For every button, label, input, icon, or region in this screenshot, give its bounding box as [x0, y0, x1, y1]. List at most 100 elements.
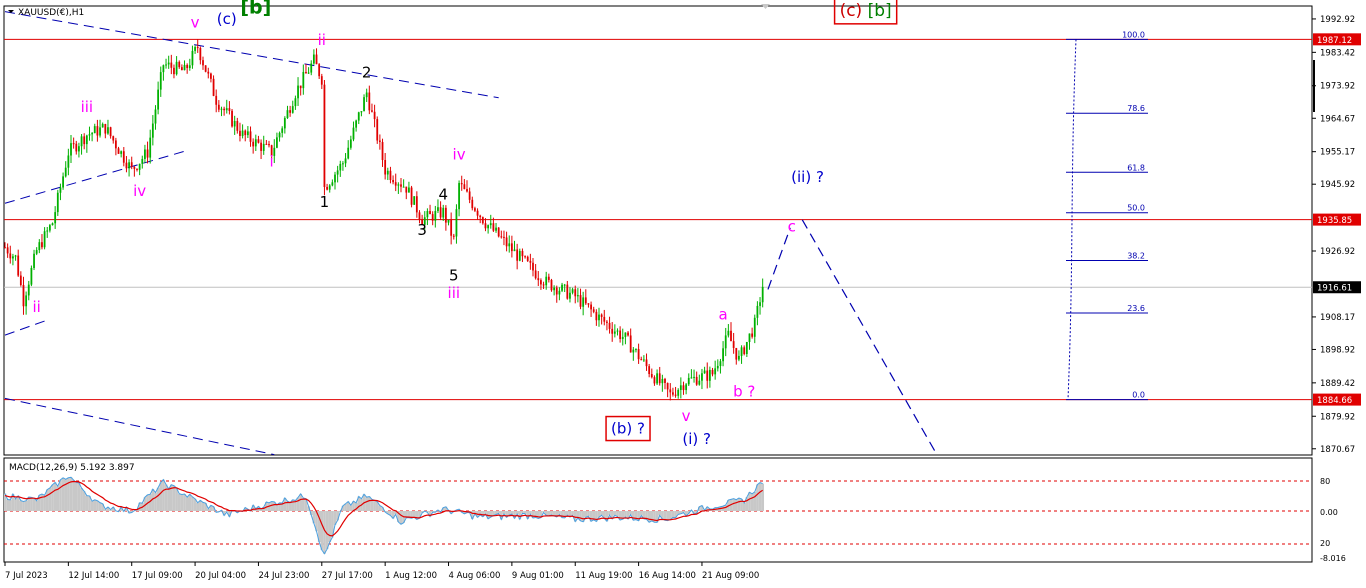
candle-body — [336, 170, 339, 175]
candle-body — [276, 137, 278, 148]
candle-body — [590, 304, 592, 310]
candle-body — [476, 210, 479, 216]
candle-body — [349, 139, 352, 148]
candle-body — [574, 289, 577, 297]
macd-histogram-bar — [663, 511, 667, 521]
candle-body — [352, 127, 355, 140]
macd-histogram-bar — [45, 489, 49, 511]
macd-histogram-bar — [185, 497, 189, 511]
macd-histogram-bar — [93, 499, 97, 511]
candle-body — [439, 207, 442, 218]
candle-body — [495, 227, 497, 231]
candle-body — [360, 111, 363, 113]
macd-label: MACD(12,26,9) 5.192 3.897 — [9, 463, 135, 473]
macd-histogram-bar — [59, 479, 62, 511]
candle-body — [455, 209, 458, 237]
fib-label-100.0: 100.0 — [1122, 30, 1145, 39]
candle-body — [228, 108, 231, 111]
candle-body — [72, 143, 75, 145]
candle-body — [648, 366, 651, 374]
candle-body — [241, 130, 244, 136]
macd-histogram-bar — [191, 496, 194, 511]
candle-body — [518, 250, 521, 261]
price-tick-label: 1870.67 — [1320, 445, 1355, 455]
candle-body — [46, 230, 49, 232]
wave-label: v — [682, 407, 691, 425]
macd-histogram-bar — [732, 498, 735, 511]
fib-label-38.2: 38.2 — [1127, 252, 1145, 261]
candle-body — [27, 284, 30, 296]
wave-label: iii — [81, 98, 94, 116]
time-tick-label: 16 Aug 14:00 — [639, 571, 696, 581]
price-tick-label: 1879.92 — [1320, 412, 1355, 422]
candle-body — [30, 267, 33, 285]
macd-histogram-bar — [61, 477, 65, 511]
price-tick-label: 1889.42 — [1320, 379, 1355, 389]
candle-body — [434, 211, 437, 221]
macd-histogram-bar — [758, 482, 762, 511]
macd-histogram-bar — [164, 484, 168, 511]
candle-body — [592, 309, 595, 312]
price-tick-label: 1945.92 — [1320, 180, 1355, 190]
candle-body — [43, 231, 46, 248]
candle-body — [640, 359, 643, 361]
macd-histogram-bar — [270, 501, 273, 511]
candle-body — [563, 284, 566, 286]
candle-body — [624, 332, 627, 337]
candle-body — [54, 212, 57, 224]
macd-histogram-bar — [8, 499, 12, 511]
price-tick-label: 1964.67 — [1320, 114, 1355, 124]
macd-histogram-bar — [288, 502, 292, 511]
candle-body — [487, 225, 490, 229]
candle-body — [756, 305, 759, 318]
fib-label-0.0: 0.0 — [1132, 391, 1145, 400]
candle-body — [727, 330, 730, 336]
price-tick-label: 1973.92 — [1320, 82, 1355, 92]
candle-body — [183, 64, 186, 71]
macd-histogram-bar — [53, 482, 57, 511]
candle-body — [701, 373, 703, 381]
candle-body — [545, 276, 548, 286]
macd-histogram-bar — [82, 491, 86, 511]
macd-histogram-bar — [587, 511, 590, 517]
candle-body — [579, 295, 582, 307]
candle-body — [265, 143, 268, 145]
candle-body — [80, 136, 83, 147]
candle-body — [463, 184, 466, 190]
candle-body — [128, 162, 130, 169]
candle-body — [56, 192, 59, 213]
macd-tick-80: 80 — [1320, 477, 1330, 486]
time-tick-label: 11 Aug 19:00 — [575, 571, 632, 581]
candle-body — [107, 127, 109, 134]
candle-body — [22, 285, 25, 307]
price-tick-label: 1908.17 — [1320, 313, 1355, 323]
macd-histogram-bar — [275, 504, 279, 511]
candle-body — [566, 284, 569, 299]
candle-body — [162, 65, 165, 73]
macd-histogram-bar — [296, 497, 300, 511]
candle-body — [526, 256, 529, 261]
wave-label: 5 — [449, 267, 459, 285]
candle-body — [561, 284, 563, 291]
candle-body — [204, 65, 207, 72]
candle-body — [529, 260, 532, 263]
candle-body — [645, 359, 648, 367]
macd-histogram-bar — [761, 483, 765, 511]
macd-histogram-bar — [175, 488, 178, 511]
boxed-wave-label: (b) ? — [605, 415, 651, 442]
candle-body — [468, 191, 471, 200]
candle-body — [365, 92, 368, 98]
candle-body — [35, 250, 38, 254]
candle-body — [540, 280, 542, 285]
level-tag-1884.66: 1884.66 — [1317, 396, 1352, 406]
candle-body — [149, 137, 152, 158]
macd-histogram-bar — [566, 511, 569, 516]
boxed-label-part: [b] — [862, 1, 891, 21]
candle-body — [339, 163, 342, 171]
wave-label: [b] — [240, 0, 271, 18]
candle-body — [331, 182, 334, 186]
candle-body — [537, 278, 540, 281]
wave-label: i — [270, 152, 274, 170]
candle-body — [246, 131, 249, 136]
chart-canvas[interactable]: 100.0 78.6 61.8 50.0 38.2 23.6 0.0 1987.12 1935… — [0, 0, 1366, 588]
